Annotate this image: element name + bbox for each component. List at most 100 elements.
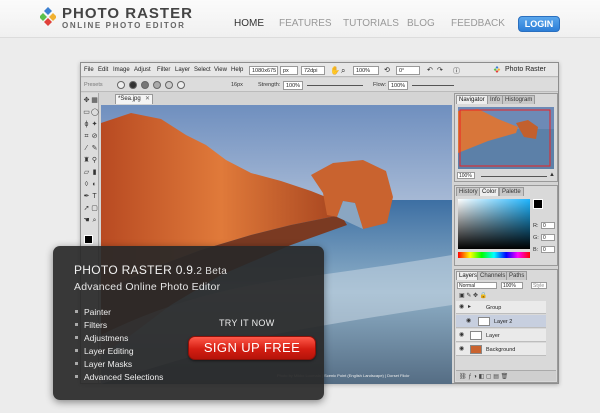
history-brush-icon[interactable]: ⚲ xyxy=(91,157,98,164)
login-button[interactable]: LOGIN xyxy=(518,16,560,32)
pen-tool-icon[interactable]: ✒ xyxy=(83,193,90,200)
magic-wand-icon[interactable]: ✦ xyxy=(91,121,98,128)
blend-mode-select[interactable]: Normal xyxy=(457,282,497,289)
promo-version: .2 Beta xyxy=(193,266,228,277)
g-field[interactable]: 0 xyxy=(541,234,555,241)
help-icon[interactable]: ⓘ xyxy=(453,66,460,76)
foreground-color-swatch[interactable] xyxy=(84,235,93,244)
sign-up-free-button[interactable]: SIGN UP FREE xyxy=(188,336,316,360)
tab-paths[interactable]: Paths xyxy=(506,271,528,280)
menu-filter[interactable]: Filter xyxy=(157,67,170,73)
brush-preset-4[interactable] xyxy=(153,81,161,89)
photo-raster-logo-icon[interactable] xyxy=(40,7,56,29)
presets-dropdown[interactable]: Presets xyxy=(84,82,103,88)
tab-channels[interactable]: Channels xyxy=(477,271,509,280)
zoom-field[interactable]: 100% xyxy=(353,66,379,75)
brush-tool-icon[interactable]: ✎ xyxy=(91,145,98,152)
lasso-tool-icon[interactable]: ϕ xyxy=(83,121,90,128)
menu-select[interactable]: Select xyxy=(194,67,211,73)
zoom-in-icon[interactable]: ▲ xyxy=(549,172,555,178)
nav-features[interactable]: FEATURES xyxy=(279,18,332,29)
layer-row-group[interactable]: ◉ ▸ Group xyxy=(456,301,546,314)
nav-feedback[interactable]: FEEDBACK xyxy=(451,18,505,29)
layer-name: Background xyxy=(486,347,516,353)
brand-tagline: ONLINE PHOTO EDITOR xyxy=(62,21,186,30)
move-tool-icon[interactable]: ✥ xyxy=(83,97,90,104)
menu-edit[interactable]: Edit xyxy=(98,67,108,73)
flow-field[interactable]: 100% xyxy=(388,81,408,90)
blur-tool-icon[interactable]: ◊ xyxy=(83,181,90,188)
nav-tutorials[interactable]: TUTORIALS xyxy=(343,18,399,29)
tab-palette[interactable]: Palette xyxy=(499,187,524,196)
layer-actions-icons[interactable]: ⛓ ƒ ◑ ◧ ▢ ▤ 🗑 xyxy=(459,373,508,380)
style-select[interactable]: Style xyxy=(531,282,547,289)
layer-row-background[interactable]: ◉ Background xyxy=(456,343,546,356)
hand-icon[interactable]: ✋ xyxy=(330,66,340,75)
shape-tool-icon[interactable]: ▢ xyxy=(91,205,98,212)
menu-file[interactable]: File xyxy=(84,67,94,73)
strength-slider[interactable] xyxy=(307,85,363,86)
dpi-field[interactable]: 72dpi xyxy=(301,66,325,75)
hue-slider[interactable] xyxy=(458,252,530,258)
visibility-eye-icon[interactable]: ◉ xyxy=(466,318,473,324)
visibility-eye-icon[interactable]: ◉ xyxy=(459,304,466,310)
menu-image[interactable]: Image xyxy=(113,67,130,73)
marquee-tool-icon[interactable]: ▭ xyxy=(83,109,90,116)
brush-preset-6[interactable] xyxy=(177,81,185,89)
menu-layer[interactable]: Layer xyxy=(175,67,190,73)
menu-bar: File Edit Image Adjust Filter Layer Sele… xyxy=(81,63,558,77)
stamp-tool-icon[interactable]: ♜ xyxy=(83,157,90,164)
brand-name[interactable]: PHOTO RASTER xyxy=(62,5,193,22)
crop-tool-icon[interactable]: ⌗ xyxy=(83,133,90,140)
tab-navigator[interactable]: Navigator xyxy=(456,95,488,104)
lock-icons[interactable]: ▣ ✎ ✥ 🔒 xyxy=(459,292,487,299)
dodge-tool-icon[interactable]: ◐ xyxy=(91,181,98,188)
color-fg-swatch[interactable] xyxy=(533,199,543,209)
visibility-eye-icon[interactable]: ◉ xyxy=(459,332,466,338)
r-field[interactable]: 0 xyxy=(541,222,555,229)
angle-field[interactable]: 0° xyxy=(396,66,420,75)
strength-field[interactable]: 100% xyxy=(283,81,303,90)
brush-preset-2[interactable] xyxy=(129,81,137,89)
redo-icon[interactable]: ↷ xyxy=(437,66,443,74)
brush-preset-1[interactable] xyxy=(117,81,125,89)
menu-adjust[interactable]: Adjust xyxy=(134,67,151,73)
navigator-zoom-slider[interactable] xyxy=(481,176,547,177)
brush-preset-3[interactable] xyxy=(141,81,149,89)
flow-slider[interactable] xyxy=(412,85,454,86)
navigator-zoom-field[interactable]: 100% xyxy=(457,172,475,179)
zoom-icon[interactable]: ⌕ xyxy=(341,66,345,76)
nav-home[interactable]: HOME xyxy=(234,18,264,29)
tab-info[interactable]: Info xyxy=(487,95,504,104)
tab-histogram[interactable]: Histogram xyxy=(502,95,536,104)
grid-tool-icon[interactable]: ▦ xyxy=(91,97,98,104)
brush-preset-5[interactable] xyxy=(165,81,173,89)
ellipse-marquee-icon[interactable]: ◯ xyxy=(91,109,99,116)
zoom-tool-icon[interactable]: ⌕ xyxy=(91,217,98,224)
layer-row-layer[interactable]: ◉ Layer xyxy=(456,329,546,342)
opacity-field[interactable]: 100% xyxy=(501,282,523,289)
nav-blog[interactable]: BLOG xyxy=(407,18,435,29)
tab-history[interactable]: History xyxy=(456,187,481,196)
navigator-preview[interactable] xyxy=(458,107,554,169)
eraser-tool-icon[interactable]: ▱ xyxy=(83,169,90,176)
b-field[interactable]: 0 xyxy=(541,246,555,253)
text-tool-icon[interactable]: T xyxy=(91,193,98,200)
visibility-eye-icon[interactable]: ◉ xyxy=(459,346,466,352)
unit-select[interactable]: px xyxy=(280,66,298,75)
close-tab-icon[interactable]: ✕ xyxy=(145,96,151,102)
undo-icon[interactable]: ↶ xyxy=(427,66,433,74)
color-picker-field[interactable] xyxy=(458,199,530,249)
tab-color[interactable]: Color xyxy=(479,187,500,196)
menu-help[interactable]: Help xyxy=(231,67,243,73)
brush-size[interactable]: 16px xyxy=(231,82,243,88)
eyedropper-icon[interactable]: ⁄ xyxy=(83,145,90,152)
hand-tool-icon[interactable]: ☚ xyxy=(83,217,90,224)
menu-view[interactable]: View xyxy=(214,67,227,73)
rotate-icon[interactable]: ⟲ xyxy=(384,66,390,74)
layer-row-layer2[interactable]: ◉ Layer 2 xyxy=(456,315,546,328)
gradient-tool-icon[interactable]: ▮ xyxy=(91,169,98,176)
canvas-size-field[interactable]: 1080x675 xyxy=(249,66,278,75)
path-select-icon[interactable]: ➚ xyxy=(83,205,90,212)
slice-tool-icon[interactable]: ⊘ xyxy=(91,133,98,140)
